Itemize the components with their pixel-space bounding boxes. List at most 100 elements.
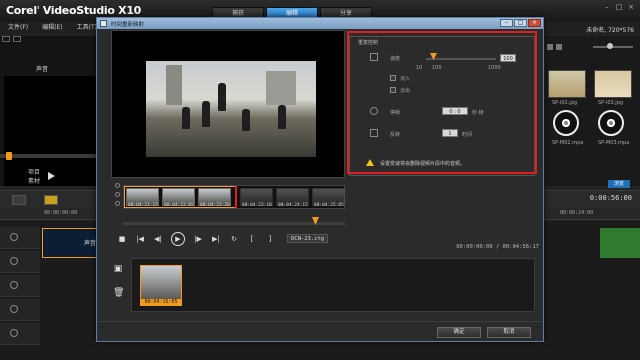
remap-clip-bin: 00:04:16:05 <box>131 258 535 312</box>
preview-toolbar <box>2 36 24 42</box>
playhead-marker[interactable] <box>235 186 237 208</box>
preview-panel <box>0 36 100 186</box>
video-preview <box>111 30 345 178</box>
timeline-timecode: 0:00:56:00 <box>589 194 632 202</box>
play-icon[interactable] <box>48 172 55 180</box>
next-frame-icon[interactable]: |▶ <box>193 234 203 244</box>
mark-in-icon[interactable]: [ <box>247 234 257 244</box>
zoom-fit-icon[interactable] <box>115 192 120 197</box>
remap-clip-timecode: 00:04:16:05 <box>140 299 182 306</box>
film-strip[interactable]: 00:04:21:15 00:04:22:05 00:04:22:20 00:0… <box>123 185 345 209</box>
repeat-icon[interactable]: ↻ <box>229 234 239 244</box>
scrubber-handle[interactable] <box>6 152 12 160</box>
audio-disc-icon[interactable] <box>553 110 579 136</box>
trash-icon[interactable]: 🗑 <box>113 288 124 298</box>
menu-edit[interactable]: 编辑(E) <box>42 22 62 34</box>
film-timecode: 00:04:21:15 <box>128 203 158 208</box>
musician-figure <box>202 101 210 127</box>
musician-figure <box>182 107 190 129</box>
video-track-icon[interactable] <box>10 233 18 241</box>
background-building <box>266 71 296 105</box>
library-thumb[interactable] <box>548 70 586 98</box>
clip-name-field[interactable]: DCN-23.ctg <box>287 234 329 243</box>
film-timecode: 00:04:25:05 <box>314 203 344 208</box>
timeline-clip-right[interactable] <box>600 228 640 258</box>
thumb-caption: SP-M02.mpa <box>552 140 584 146</box>
clip-caption: 声音 <box>84 240 97 247</box>
library-thumb[interactable] <box>594 70 632 98</box>
ruler-mark: 00:00:00:00 <box>44 210 78 216</box>
go-to-start-icon[interactable]: |◀ <box>135 234 145 244</box>
play-icon[interactable]: ▶ <box>171 232 185 246</box>
preview-scrubber[interactable] <box>0 154 100 158</box>
video-track-header <box>0 227 40 249</box>
split-icon[interactable] <box>13 36 21 42</box>
dialog-duration: 00:00:00:00 / 00:04:56:17 <box>456 244 539 250</box>
zoom-controls <box>115 183 121 213</box>
thumbnail-size-slider[interactable] <box>593 46 633 48</box>
zoom-out-icon[interactable] <box>115 201 120 206</box>
musician-figure <box>278 105 286 129</box>
voice-track-icon[interactable] <box>10 305 18 313</box>
thumb-caption: SP-M03.mpa <box>598 140 630 146</box>
app-logo: Corel' VideoStudio X10 <box>6 4 142 17</box>
dialog-title-bar: 时间重新映射 – □ × <box>97 18 543 29</box>
browse-button[interactable]: 浏览 <box>608 180 630 188</box>
video-frame-image <box>146 61 316 157</box>
close-icon[interactable]: × <box>528 19 541 27</box>
menu-file[interactable]: 文件(F) <box>8 22 28 34</box>
grid-view-icon[interactable] <box>556 44 562 50</box>
list-view-icon[interactable] <box>547 44 553 50</box>
dialog-scrubber[interactable] <box>123 222 345 225</box>
music-track-header <box>0 323 40 345</box>
project-label[interactable]: 项目 <box>28 168 40 177</box>
preview-caption: 声音 <box>36 66 49 73</box>
minimize-icon[interactable]: – <box>602 3 612 12</box>
storyboard-view-icon[interactable] <box>12 195 26 205</box>
project-info: 未命名, 720*576 <box>586 27 634 34</box>
ruler-mark: 00:00:24:00 <box>560 210 594 216</box>
go-to-end-icon[interactable]: ▶| <box>211 234 221 244</box>
title-track-icon[interactable] <box>10 281 18 289</box>
minimize-icon[interactable]: – <box>500 19 513 27</box>
music-track-icon[interactable] <box>10 329 18 337</box>
playback-mode-labels: 项目 素材 <box>28 168 40 186</box>
thumb-caption: SP-I03.jpg <box>598 100 624 106</box>
dialog-footer: 确定 取消 <box>97 321 543 341</box>
timeline-view-icon[interactable] <box>44 195 58 205</box>
voice-track-header <box>0 299 40 321</box>
transport-controls: ■ |◀ ◀| ▶ |▶ ▶| ↻ [ ] <box>117 232 283 246</box>
app-window: Corel' VideoStudio X10 捕获 编辑 分享 – □ × 文件… <box>0 0 640 360</box>
menu-tools[interactable]: 工具(T) <box>77 22 97 34</box>
dialog-app-icon <box>100 20 107 27</box>
mark-out-icon[interactable]: ] <box>265 234 275 244</box>
background-building <box>166 65 182 105</box>
musician-figure <box>242 109 250 131</box>
dialog-window-controls: – □ × <box>499 19 541 27</box>
maximize-icon[interactable]: □ <box>514 19 527 27</box>
thumb-caption: SP-I02.jpg <box>552 100 578 106</box>
clip-label[interactable]: 素材 <box>28 177 40 186</box>
time-remap-dialog: 时间重新映射 – □ × 重复控制 速度 100 10 100 1000 淡入 … <box>96 17 544 342</box>
library-toolbar <box>547 44 565 50</box>
preview-screen <box>4 76 96 186</box>
stop-icon[interactable]: ■ <box>117 234 127 244</box>
overlay-track-icon[interactable] <box>10 257 18 265</box>
film-timecode: 00:04:22:05 <box>164 203 194 208</box>
film-timecode: 00:04:23:10 <box>242 203 272 208</box>
cancel-button[interactable]: 取消 <box>487 327 531 338</box>
ok-button[interactable]: 确定 <box>437 327 481 338</box>
close-icon[interactable]: × <box>626 3 636 12</box>
maximize-icon[interactable]: □ <box>614 3 624 12</box>
musician-figure <box>218 83 226 111</box>
film-timecode: 00:04:24:15 <box>278 203 308 208</box>
film-timecode: 00:04:22:20 <box>200 203 230 208</box>
audio-disc-icon[interactable] <box>598 110 624 136</box>
zoom-in-icon[interactable] <box>115 183 120 188</box>
overlay-track-header <box>0 251 40 273</box>
insert-clip-icon[interactable]: ▣ <box>113 264 123 274</box>
window-controls: – □ × <box>600 3 636 12</box>
previous-frame-icon[interactable]: ◀| <box>153 234 163 244</box>
slider-knob[interactable] <box>607 43 613 49</box>
trim-icon[interactable] <box>2 36 10 42</box>
